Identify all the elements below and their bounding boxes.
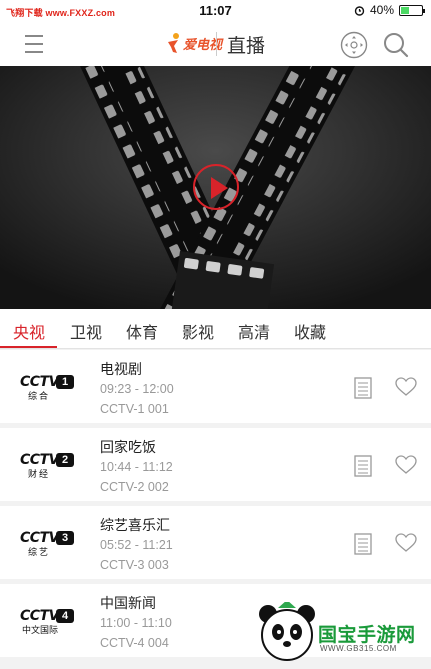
channel-number: CCTV-2 002: [100, 480, 169, 494]
alarm-icon: [354, 5, 365, 16]
remote-control-icon[interactable]: [340, 31, 368, 59]
list-item[interactable]: CCTV 3 综艺 综艺喜乐汇 05:52 - 11:21 CCTV-3 003: [0, 506, 431, 579]
tab-sports[interactable]: 体育: [126, 319, 158, 343]
program-title: 回家吃饭: [100, 439, 156, 455]
watermark-text: 国宝手游网: [318, 625, 416, 646]
app-logo: 爱电视: [166, 32, 222, 54]
tab-hd[interactable]: 高清: [238, 319, 270, 343]
favorite-heart-icon[interactable]: [395, 533, 417, 553]
status-bar: 飞翔下载 www.FXXZ.com 11:07 40%: [0, 0, 431, 22]
menu-icon[interactable]: [25, 35, 43, 53]
program-title: 中国新闻: [100, 595, 156, 611]
program-title: 综艺喜乐汇: [100, 517, 170, 533]
program-time: 05:52 - 11:21: [100, 538, 173, 552]
logo-mark-icon: [168, 33, 179, 53]
page-title: 直播: [227, 36, 266, 57]
top-navbar: 爱电视 直播: [0, 22, 431, 66]
watermark: 国宝手游网 WWW.GB315.COM: [256, 594, 431, 669]
channel-logo: CCTV 2 财经: [18, 450, 76, 480]
program-title: 电视剧: [100, 361, 142, 377]
search-icon[interactable]: [382, 31, 410, 59]
active-tab-indicator: [0, 346, 57, 348]
program-guide-icon[interactable]: [354, 455, 372, 477]
tab-satellite[interactable]: 卫视: [70, 319, 102, 343]
list-item[interactable]: CCTV 1 综合 电视剧 09:23 - 12:00 CCTV-1 001: [0, 350, 431, 423]
play-button[interactable]: [193, 164, 239, 210]
program-time: 11:00 - 11:10: [100, 616, 172, 630]
channel-number: CCTV-4 004: [100, 636, 169, 650]
tab-movies[interactable]: 影视: [182, 319, 214, 343]
channel-number: CCTV-1 001: [100, 402, 169, 416]
battery-percent: 40%: [369, 3, 394, 17]
program-time: 10:44 - 11:12: [100, 460, 173, 474]
nav-divider: [216, 32, 217, 56]
program-guide-icon[interactable]: [354, 533, 372, 555]
channel-number: CCTV-3 003: [100, 558, 169, 572]
channel-logo: CCTV 1 综合: [18, 372, 76, 402]
status-right: 40%: [354, 3, 425, 17]
category-tabs: 央视 卫视 体育 影视 高清 收藏: [0, 309, 431, 349]
program-guide-icon[interactable]: [354, 377, 372, 399]
watermark-url: WWW.GB315.COM: [320, 644, 397, 653]
panda-logo-icon: [259, 602, 315, 661]
favorite-heart-icon[interactable]: [395, 377, 417, 397]
list-item[interactable]: CCTV 2 财经 回家吃饭 10:44 - 11:12 CCTV-2 002: [0, 428, 431, 501]
tab-favorites[interactable]: 收藏: [294, 319, 326, 343]
battery-icon: [399, 4, 425, 16]
tab-cctv[interactable]: 央视: [13, 319, 45, 343]
favorite-heart-icon[interactable]: [395, 455, 417, 475]
channel-logo: CCTV 4 中文国际: [18, 606, 76, 636]
channel-logo: CCTV 3 综艺: [18, 528, 76, 558]
program-time: 09:23 - 12:00: [100, 382, 174, 396]
video-player[interactable]: [0, 66, 431, 309]
